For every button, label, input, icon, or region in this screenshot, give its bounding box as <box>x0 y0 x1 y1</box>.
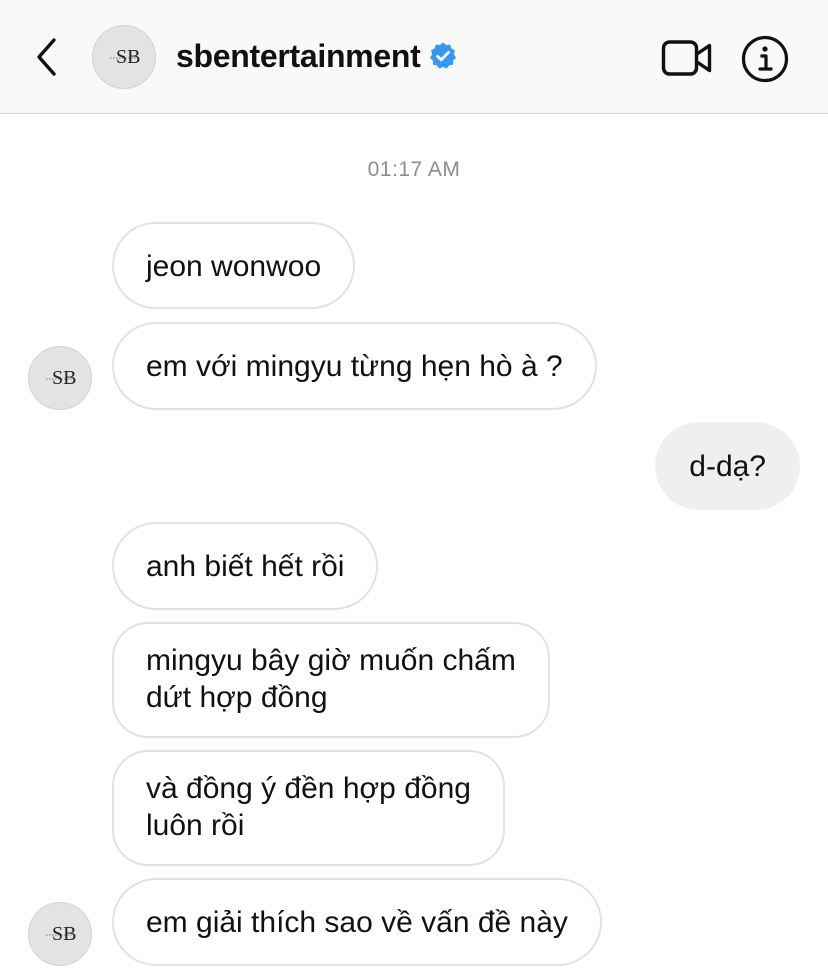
svg-text:SB: SB <box>52 923 76 945</box>
message-bubble-incoming[interactable]: và đồng ý đền hợp đồng luôn rồi <box>112 750 505 866</box>
message-text-line: và đồng ý đền hợp đồng <box>146 772 471 805</box>
message-text: anh biết hết rồi <box>146 550 345 583</box>
chat-header: SB sbentertainment <box>0 0 828 114</box>
svg-text:SB: SB <box>116 46 140 68</box>
message-text-line: luôn rồi <box>146 809 245 842</box>
verified-badge-icon <box>428 41 458 71</box>
sb-logo: SB <box>46 923 76 945</box>
info-icon <box>741 35 789 83</box>
avatar[interactable]: SB <box>92 25 156 89</box>
sb-logo: SB <box>110 46 140 68</box>
sender-avatar[interactable]: SB <box>28 902 92 966</box>
message-text-line: mingyu bây giờ muốn chấm <box>146 644 516 677</box>
chevron-left-icon <box>37 38 56 76</box>
sender-avatar[interactable]: SB <box>28 346 92 410</box>
message-bubble-incoming[interactable]: jeon wonwoo <box>112 222 356 309</box>
message-text-line: dứt hợp đồng <box>146 681 328 714</box>
message-bubble-incoming[interactable]: em với mingyu từng hẹn hò à ? <box>112 322 597 410</box>
page-title[interactable]: sbentertainment <box>176 36 458 76</box>
video-call-button[interactable] <box>660 36 714 80</box>
message-bubble-incoming[interactable]: anh biết hết rồi <box>112 522 379 610</box>
message-text: em với mingyu từng hẹn hò à ? <box>146 350 563 383</box>
username: sbentertainment <box>176 37 421 74</box>
info-button[interactable] <box>740 34 790 84</box>
message-bubble-incoming[interactable]: em giải thích sao về vấn đề này <box>112 878 602 966</box>
message-bubble-incoming[interactable]: mingyu bây giờ muốn chấm dứt hợp đồng <box>112 622 550 738</box>
message-text: em giải thích sao về vấn đề này <box>146 906 568 939</box>
svg-text:SB: SB <box>52 367 76 389</box>
message-timestamp: 01:17 AM <box>367 158 461 181</box>
message-bubble-outgoing[interactable]: d-dạ? <box>655 422 800 510</box>
back-button[interactable] <box>28 34 64 80</box>
message-text: jeon wonwoo <box>146 250 322 283</box>
video-camera-icon <box>661 40 712 76</box>
sb-logo: SB <box>46 367 76 389</box>
message-text: d-dạ? <box>689 450 766 483</box>
